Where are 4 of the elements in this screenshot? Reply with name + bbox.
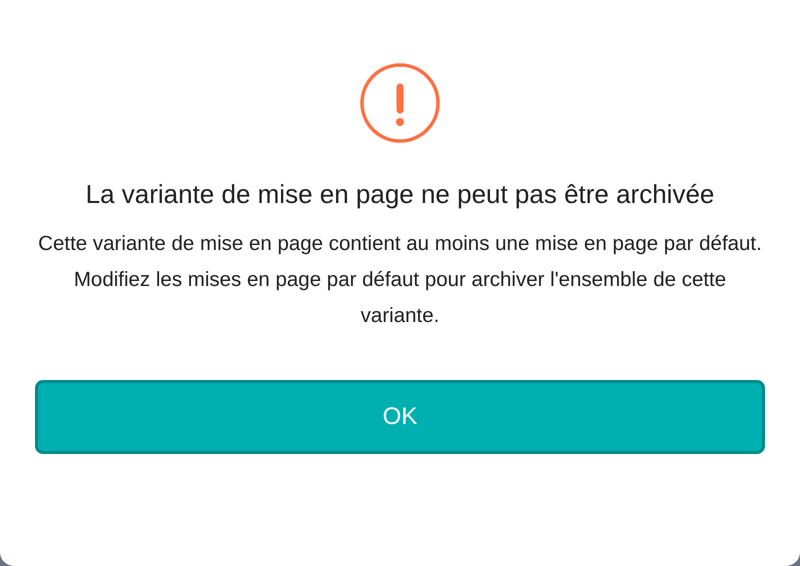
ok-button[interactable]: OK [35,380,765,454]
dialog-title: La variante de mise en page ne peut pas être archivée [84,178,716,211]
dialog-message: Cette variante de mise en page contient au moins une mise en page par défaut. Modifiez les mises en page par défaut pour archiver l'ensemble de cette variante. [37,231,763,329]
warning-icon [359,62,441,144]
